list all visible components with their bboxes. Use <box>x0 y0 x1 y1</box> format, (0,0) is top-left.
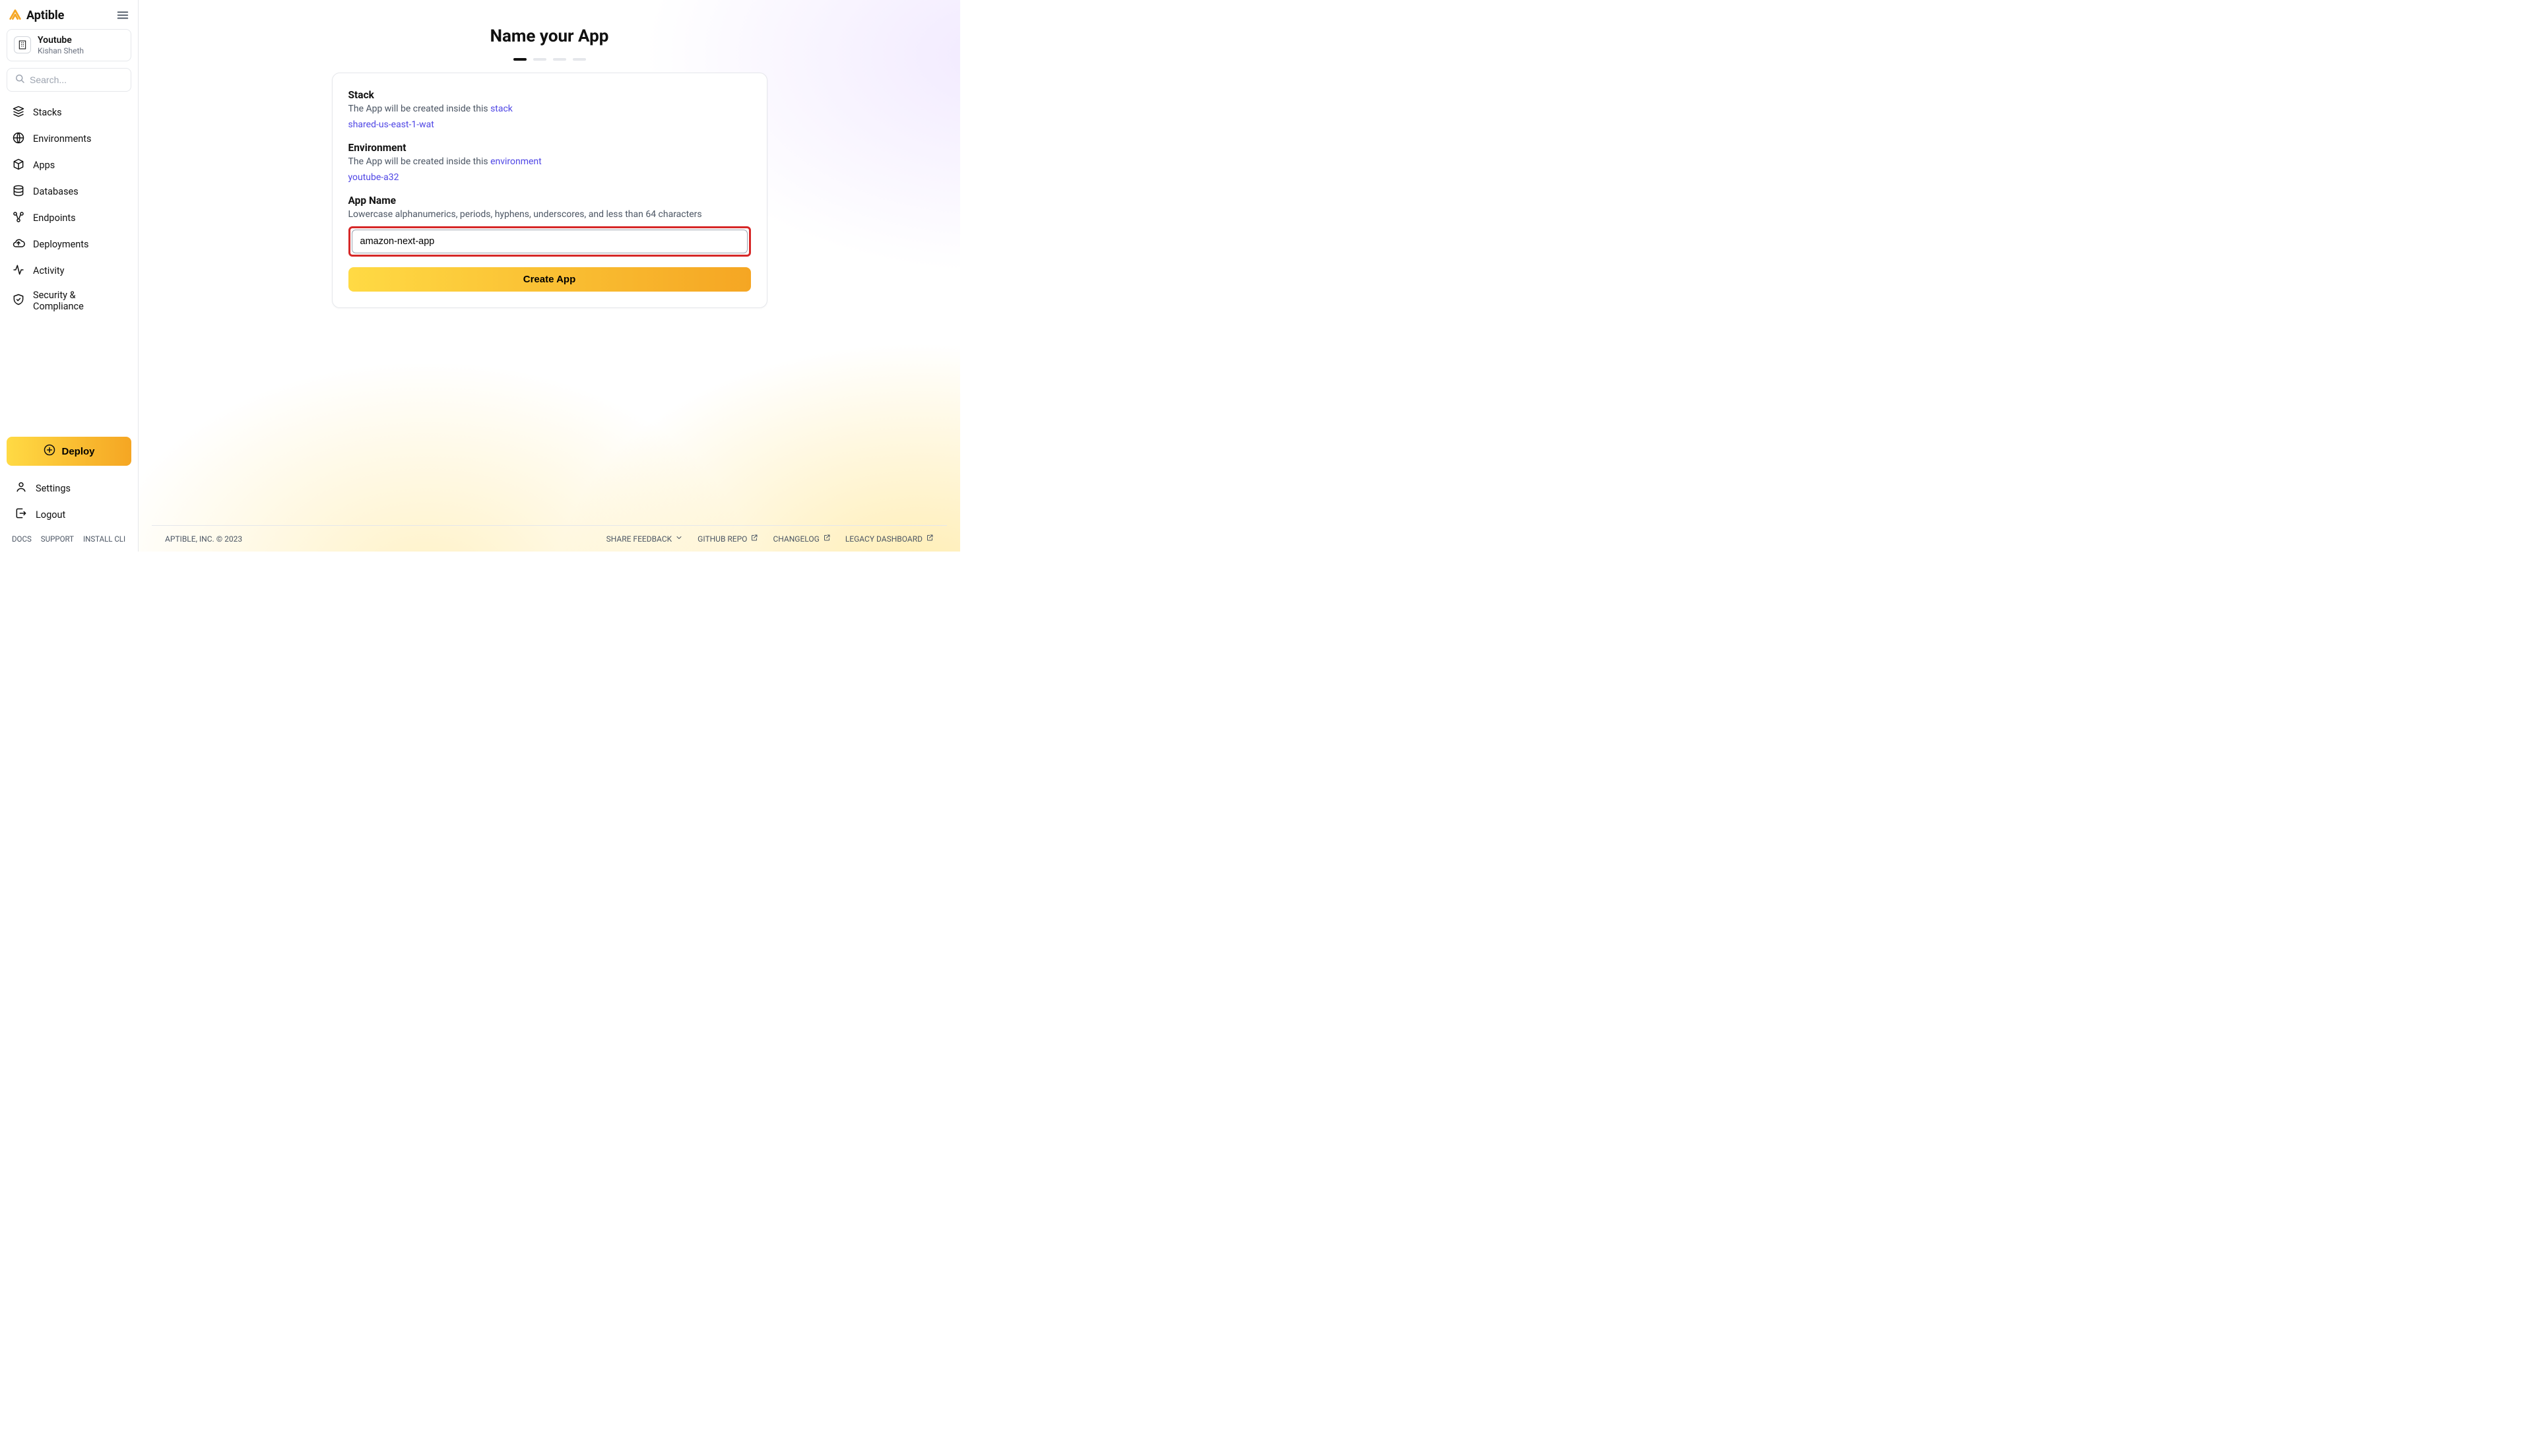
nav-deployments[interactable]: Deployments <box>7 232 131 258</box>
nav-endpoints[interactable]: Endpoints <box>7 205 131 232</box>
create-app-label: Create App <box>523 274 575 285</box>
stack-link[interactable]: shared-us-east-1-wat <box>348 119 434 130</box>
appname-highlight <box>348 226 751 257</box>
nav-label: Environments <box>33 133 92 144</box>
env-title: Environment <box>348 142 751 154</box>
footer-copyright: APTIBLE, INC. © 2023 <box>165 534 242 544</box>
logout-icon <box>15 507 28 522</box>
step-3 <box>553 58 566 61</box>
nav-environments[interactable]: Environments <box>7 126 131 152</box>
footer-changelog[interactable]: CHANGELOG <box>773 534 830 544</box>
nav-label: Deployments <box>33 239 89 250</box>
step-1 <box>513 58 527 61</box>
activity-icon <box>12 263 25 279</box>
nav-activity[interactable]: Activity <box>7 258 131 284</box>
nav-settings[interactable]: Settings <box>9 475 129 501</box>
step-2 <box>533 58 546 61</box>
plus-circle-icon <box>43 443 56 459</box>
nav-databases[interactable]: Databases <box>7 179 131 205</box>
aptible-logo-icon <box>8 8 22 22</box>
search-icon <box>14 73 26 87</box>
org-selector[interactable]: Youtube Kishan Sheth <box>7 29 131 61</box>
box-icon <box>12 158 25 174</box>
progress-stepper <box>513 58 586 61</box>
globe-icon <box>12 131 25 147</box>
env-desc: The App will be created inside this envi… <box>348 156 751 167</box>
brand-logo[interactable]: Aptible <box>8 8 64 22</box>
footer: APTIBLE, INC. © 2023 SHARE FEEDBACK GITH… <box>152 525 947 552</box>
org-name: Youtube <box>38 35 84 46</box>
mini-support[interactable]: SUPPORT <box>41 534 74 544</box>
nodes-icon <box>12 210 25 226</box>
stack-desc: The App will be created inside this stac… <box>348 104 751 114</box>
primary-nav: Stacks Environments Apps Databases Endpo… <box>4 100 134 317</box>
footer-feedback[interactable]: SHARE FEEDBACK <box>606 534 684 544</box>
nav-stacks[interactable]: Stacks <box>7 100 131 126</box>
org-user: Kishan Sheth <box>38 46 84 55</box>
env-desc-link[interactable]: environment <box>490 156 542 167</box>
menu-toggle-icon[interactable] <box>115 8 130 22</box>
cloud-up-icon <box>12 237 25 253</box>
deploy-button[interactable]: Deploy <box>7 437 131 466</box>
database-icon <box>12 184 25 200</box>
sidebar: Aptible Youtube Kishan Sheth S <box>0 0 139 552</box>
search-field[interactable] <box>7 68 131 92</box>
nav-label: Databases <box>33 186 79 197</box>
nav-label: Security & Compliance <box>33 290 126 312</box>
nav-security[interactable]: Security & Compliance <box>7 284 131 317</box>
nav-apps[interactable]: Apps <box>7 152 131 179</box>
appname-input[interactable] <box>352 230 748 253</box>
footer-legacy[interactable]: LEGACY DASHBOARD <box>845 534 934 544</box>
mini-install[interactable]: INSTALL CLI <box>83 534 125 544</box>
appname-hint: Lowercase alphanumerics, periods, hyphen… <box>348 209 751 220</box>
stack-title: Stack <box>348 89 751 101</box>
external-link-icon <box>823 534 831 544</box>
mini-links: DOCS SUPPORT INSTALL CLI <box>7 528 131 546</box>
user-icon <box>15 480 28 496</box>
brand-name: Aptible <box>26 9 64 22</box>
stack-desc-link[interactable]: stack <box>490 104 513 114</box>
footer-github[interactable]: GITHUB REPO <box>698 534 758 544</box>
mini-docs[interactable]: DOCS <box>12 534 32 544</box>
building-icon <box>14 36 31 53</box>
nav-logout[interactable]: Logout <box>9 501 129 528</box>
deploy-label: Deploy <box>61 446 94 457</box>
search-input[interactable] <box>30 75 124 85</box>
stack-section: Stack The App will be created inside thi… <box>348 89 751 130</box>
appname-title: App Name <box>348 195 751 206</box>
step-4 <box>573 58 586 61</box>
stacks-icon <box>12 105 25 121</box>
env-link[interactable]: youtube-a32 <box>348 172 399 183</box>
appname-section: App Name Lowercase alphanumerics, period… <box>348 195 751 292</box>
nav-label: Apps <box>33 160 55 171</box>
nav-label: Endpoints <box>33 212 76 224</box>
chevron-down-icon <box>675 534 683 544</box>
nav-label: Activity <box>33 265 64 276</box>
external-link-icon <box>750 534 758 544</box>
environment-section: Environment The App will be created insi… <box>348 142 751 183</box>
nav-label: Stacks <box>33 107 62 118</box>
form-card: Stack The App will be created inside thi… <box>332 73 767 308</box>
nav-label: Settings <box>36 483 71 494</box>
page-title: Name your App <box>490 26 609 46</box>
shield-icon <box>12 293 25 309</box>
create-app-button[interactable]: Create App <box>348 267 751 292</box>
external-link-icon <box>926 534 934 544</box>
nav-label: Logout <box>36 509 65 521</box>
